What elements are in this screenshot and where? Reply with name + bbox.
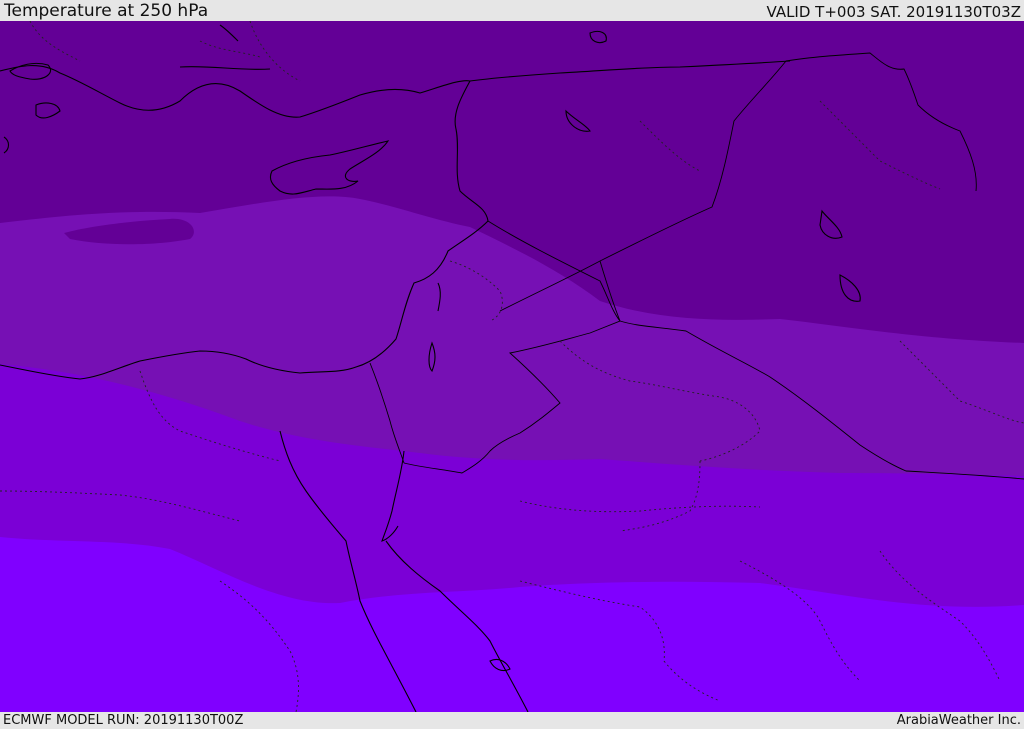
map-title: Temperature at 250 hPa — [4, 1, 209, 21]
model-run-label: ECMWF MODEL RUN: 20191130T00Z — [3, 713, 244, 728]
valid-time: VALID T+003 SAT. 20191130T03Z — [766, 3, 1021, 21]
temperature-map[interactable] — [0, 21, 1024, 712]
credit-label: ArabiaWeather Inc. — [896, 713, 1021, 728]
footer-bar: ECMWF MODEL RUN: 20191130T00Z ArabiaWeat… — [0, 712, 1024, 729]
header-bar: Temperature at 250 hPa VALID T+003 SAT. … — [0, 0, 1024, 21]
map-panel[interactable] — [0, 21, 1024, 712]
